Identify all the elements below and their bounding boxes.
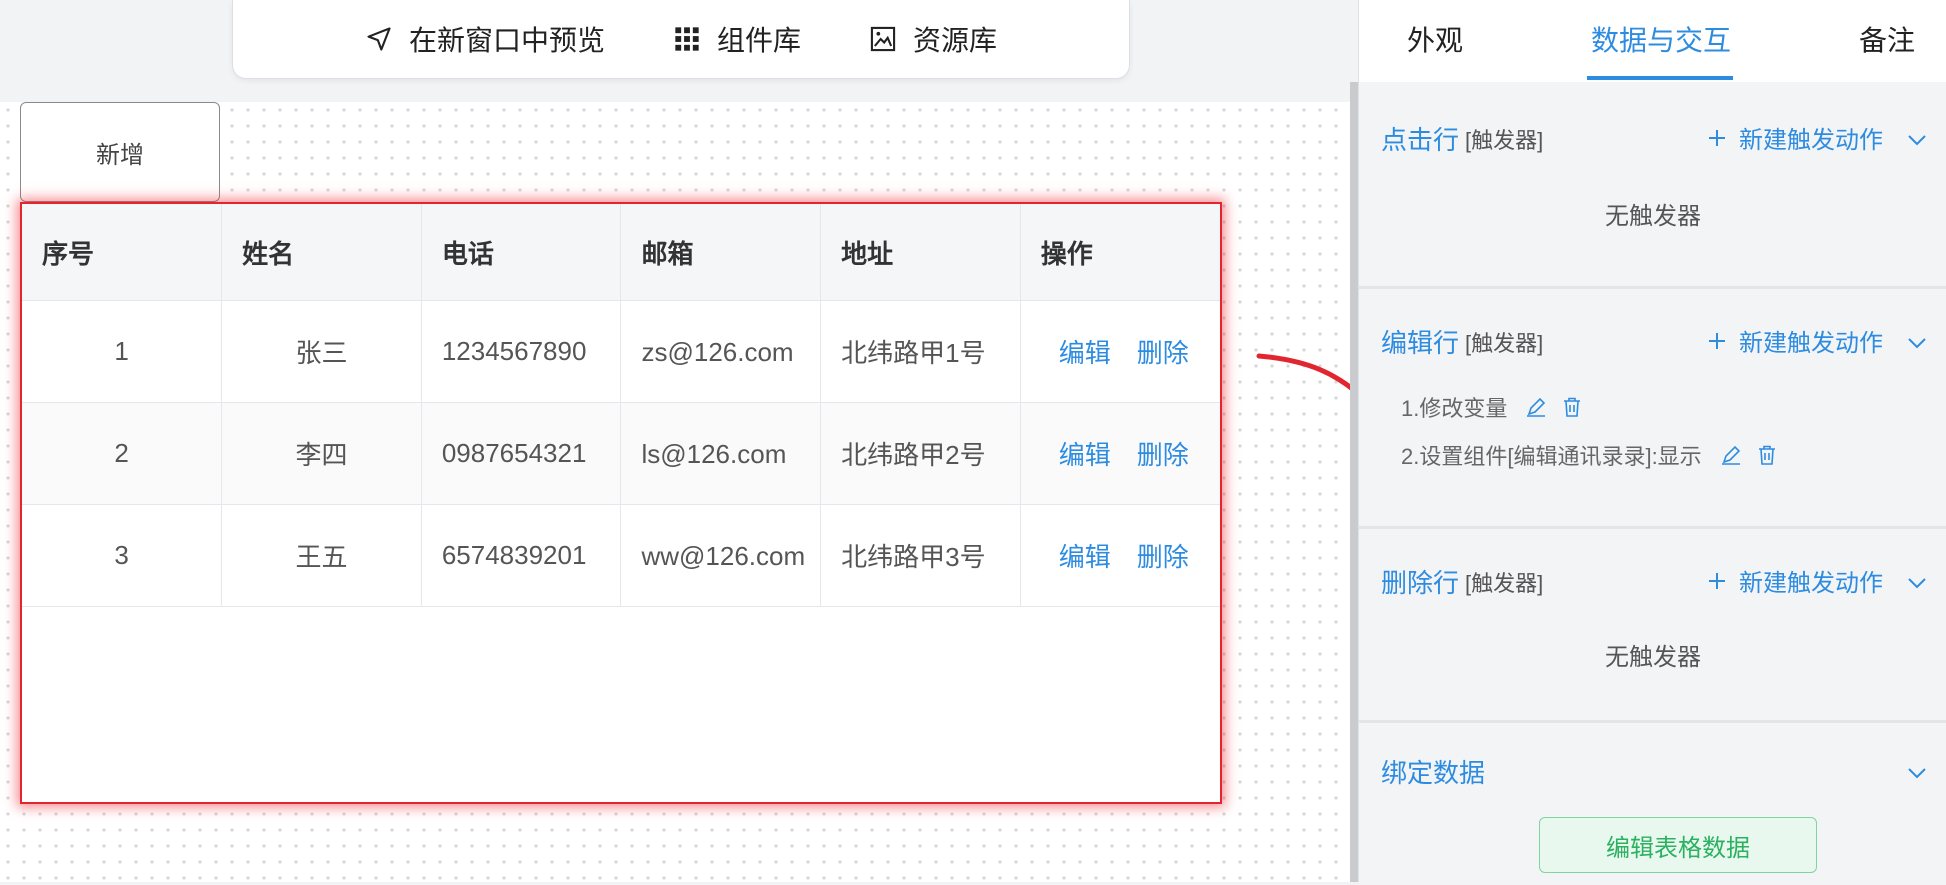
action-label: 2.设置组件[编辑通讯录录]:显示 — [1401, 444, 1702, 469]
cell-email: zs@126.com — [620, 300, 822, 403]
plus-icon — [1709, 332, 1725, 349]
header-email: 邮箱 — [620, 204, 822, 301]
grid-icon — [675, 27, 699, 51]
canvas-scrollbar[interactable] — [1350, 82, 1358, 882]
cell-phone: 6574839201 — [420, 504, 622, 607]
asset-library-button[interactable]: 资源库 — [869, 19, 997, 59]
component-library-label: 组件库 — [716, 25, 801, 56]
new-action-label: 新建触发动作 — [1739, 570, 1883, 597]
active-tab-indicator — [1587, 76, 1733, 80]
chevron-down-icon[interactable] — [1907, 337, 1927, 349]
header-name: 姓名 — [221, 204, 422, 301]
add-button[interactable]: 新增 — [20, 102, 220, 202]
cell-actions: 编辑 删除 — [1019, 402, 1220, 505]
header-address: 地址 — [820, 204, 1021, 301]
cell-name: 王五 — [221, 504, 422, 607]
panel-tabs: 外观 数据与交互 备注 — [1359, 0, 1946, 83]
section-title[interactable]: 编辑行 — [1381, 323, 1459, 360]
cell-index: 1 — [22, 300, 223, 403]
new-trigger-action-button[interactable]: 新建触发动作 — [1707, 323, 1883, 358]
trash-icon[interactable] — [1561, 396, 1583, 418]
edit-table-data-button[interactable]: 编辑表格数据 — [1539, 817, 1817, 873]
edit-link[interactable]: 编辑 — [1059, 338, 1111, 368]
top-toolbar: 在新窗口中预览 组件库 资源库 — [232, 0, 1130, 79]
trigger-tag: [触发器] — [1465, 127, 1544, 153]
section-delete-row: 删除行 [触发器] 新建触发动作 无触发器 — [1359, 526, 1946, 723]
plus-icon — [1709, 572, 1725, 589]
trigger-tag: [触发器] — [1465, 570, 1544, 596]
contacts-table: 序号 姓名 电话 邮箱 地址 操作 1 张三 1234567890 zs@126… — [22, 204, 1220, 607]
section-title[interactable]: 删除行 — [1381, 563, 1459, 600]
cell-email: ww@126.com — [620, 504, 822, 607]
cell-address: 北纬路甲1号 — [820, 300, 1021, 403]
new-trigger-action-button[interactable]: 新建触发动作 — [1707, 563, 1883, 598]
plus-icon — [1709, 129, 1725, 146]
property-panel: 外观 数据与交互 备注 点击行 [触发器] 新建触发动作 无触发器 编辑行 [触… — [1358, 0, 1946, 885]
header-index: 序号 — [22, 204, 223, 301]
new-action-label: 新建触发动作 — [1739, 127, 1883, 154]
section-click-row: 点击行 [触发器] 新建触发动作 无触发器 — [1359, 82, 1946, 286]
preview-new-window-button[interactable]: 在新窗口中预览 — [365, 19, 605, 59]
header-actions: 操作 — [1019, 204, 1220, 301]
navigation-arrow-icon — [367, 27, 391, 51]
action-item[interactable]: 2.设置组件[编辑通讯录录]:显示 — [1401, 439, 1778, 471]
edit-icon[interactable] — [1720, 444, 1742, 466]
edit-link[interactable]: 编辑 — [1059, 542, 1111, 572]
cell-actions: 编辑 删除 — [1019, 300, 1220, 403]
edit-icon[interactable] — [1525, 396, 1547, 418]
section-edit-row: 编辑行 [触发器] 新建触发动作 1.修改变量 2.设置组件[编辑通讯录录]:显… — [1359, 286, 1946, 529]
action-item[interactable]: 1.修改变量 — [1401, 391, 1583, 423]
section-header: 编辑行 [触发器] — [1381, 323, 1543, 360]
chevron-down-icon[interactable] — [1907, 577, 1927, 589]
delete-link[interactable]: 删除 — [1137, 440, 1189, 470]
cell-name: 李四 — [221, 402, 422, 505]
cell-index: 2 — [22, 402, 223, 505]
cell-actions: 编辑 删除 — [1019, 504, 1220, 607]
tab-notes[interactable]: 备注 — [1859, 0, 1915, 82]
tab-appearance[interactable]: 外观 — [1407, 0, 1463, 82]
table-row[interactable]: 3 王五 6574839201 ww@126.com 北纬路甲3号 编辑 删除 — [22, 504, 1220, 607]
preview-label: 在新窗口中预览 — [408, 25, 605, 56]
cell-name: 张三 — [221, 300, 422, 403]
empty-trigger-text: 无触发器 — [1605, 203, 1701, 230]
asset-library-label: 资源库 — [913, 25, 998, 56]
table-header-row: 序号 姓名 电话 邮箱 地址 操作 — [22, 204, 1220, 301]
cell-address: 北纬路甲3号 — [820, 504, 1021, 607]
section-title[interactable]: 绑定数据 — [1381, 753, 1485, 790]
edit-link[interactable]: 编辑 — [1059, 440, 1111, 470]
delete-link[interactable]: 删除 — [1137, 338, 1189, 368]
cell-address: 北纬路甲2号 — [820, 402, 1021, 505]
delete-link[interactable]: 删除 — [1137, 542, 1189, 572]
header-phone: 电话 — [420, 204, 622, 301]
component-library-button[interactable]: 组件库 — [673, 19, 801, 59]
section-header: 删除行 [触发器] — [1381, 563, 1543, 600]
cell-phone: 1234567890 — [420, 300, 622, 403]
cell-email: ls@126.com — [620, 402, 822, 505]
empty-trigger-text: 无触发器 — [1605, 644, 1701, 671]
trash-icon[interactable] — [1756, 444, 1778, 466]
tab-data-interaction[interactable]: 数据与交互 — [1591, 0, 1731, 82]
cell-phone: 0987654321 — [420, 402, 622, 505]
table-row[interactable]: 1 张三 1234567890 zs@126.com 北纬路甲1号 编辑 删除 — [22, 300, 1220, 403]
section-header: 点击行 [触发器] — [1381, 120, 1543, 157]
table-row[interactable]: 2 李四 0987654321 ls@126.com 北纬路甲2号 编辑 删除 — [22, 402, 1220, 505]
new-trigger-action-button[interactable]: 新建触发动作 — [1707, 120, 1883, 155]
table-component-selected[interactable]: 序号 姓名 电话 邮箱 地址 操作 1 张三 1234567890 zs@126… — [20, 202, 1222, 804]
section-bind-data: 绑定数据 编辑表格数据 — [1359, 720, 1946, 885]
chevron-down-icon[interactable] — [1907, 767, 1927, 779]
section-header: 绑定数据 — [1381, 753, 1485, 790]
new-action-label: 新建触发动作 — [1739, 330, 1883, 357]
cell-index: 3 — [22, 504, 223, 607]
action-label: 1.修改变量 — [1401, 396, 1508, 421]
chevron-down-icon[interactable] — [1907, 134, 1927, 146]
image-icon — [870, 26, 896, 52]
section-title[interactable]: 点击行 — [1381, 120, 1459, 157]
trigger-tag: [触发器] — [1465, 330, 1544, 356]
